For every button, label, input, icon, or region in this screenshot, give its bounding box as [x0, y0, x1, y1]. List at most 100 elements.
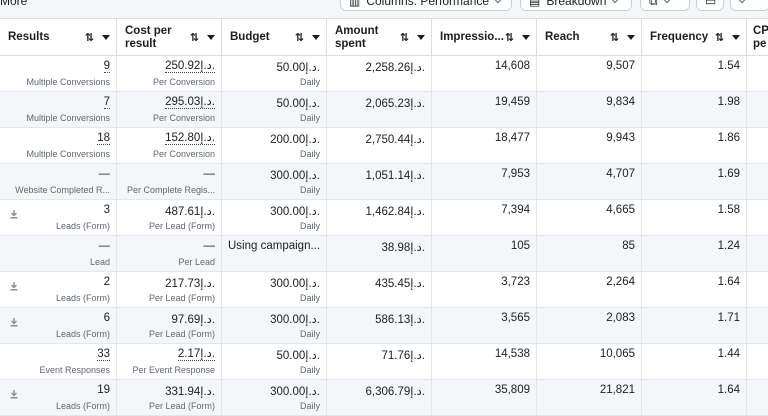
cell-value: 435.45د.إ. — [375, 278, 425, 290]
table-row[interactable]: 6 Leads (Form) 97.69د.إ. Per Lead (Form) 300… — [0, 308, 768, 344]
table-row[interactable]: 33 Event Responses 2.17د.إ. Per Event Respo… — [0, 344, 768, 380]
columns-button[interactable]: ▥ Columns: Performance — [340, 0, 512, 11]
more-options-button[interactable] — [730, 0, 768, 11]
cell-value: 2,083 — [606, 312, 635, 324]
table-row[interactable]: 7 Multiple Conversions 295.03د.إ. Per Conve… — [0, 92, 768, 128]
cell-value: 7,953 — [501, 168, 530, 180]
caret-down-icon[interactable] — [102, 35, 110, 40]
download-icon[interactable] — [10, 386, 18, 399]
table-cell: 2.17د.إ. Per Event Response — [117, 344, 222, 380]
sort-icon[interactable]: ⇅ — [400, 31, 409, 44]
table-cell — [747, 380, 768, 416]
cell-value[interactable]: 7 — [103, 96, 110, 109]
table-cell — [747, 200, 768, 236]
cell-value: 50.00د.إ. — [276, 350, 321, 362]
table-cell: 21,821 — [537, 380, 642, 416]
caret-down-icon[interactable] — [207, 35, 215, 40]
cell-value: 19,459 — [494, 96, 530, 108]
cell-subtext: Multiple Conversions — [26, 149, 110, 159]
table-cell: 3,723 — [432, 272, 537, 308]
table-row[interactable]: 19 Leads (Form) 331.94د.إ. Per Lead (Form) 3… — [0, 380, 768, 416]
table-cell: 7,394 — [432, 200, 537, 236]
table-cell: 2,083 — [537, 308, 642, 344]
sort-icon[interactable]: ⇅ — [715, 31, 724, 44]
table-cell — [747, 128, 768, 164]
table-cell: 4,665 — [537, 200, 642, 236]
cell-subtext: Per Lead — [178, 257, 215, 267]
cell-subtext: Daily — [299, 293, 320, 303]
col-header-frequency[interactable]: Frequency ⇅ — [642, 19, 747, 56]
download-icon[interactable] — [10, 278, 18, 291]
caret-down-icon[interactable] — [522, 35, 530, 40]
table-row[interactable]: — Lead — Per Lead Using campaign... 38.98د.إ.… — [0, 236, 768, 272]
cell-subtext: Daily — [299, 221, 320, 231]
cell-subtext: Leads (Form) — [55, 401, 110, 411]
table-row[interactable]: — Website Completed R... — Per Complete Reg… — [0, 164, 768, 200]
chevron-down-icon — [493, 0, 503, 4]
export-button[interactable]: ⧉ — [640, 0, 690, 11]
caret-down-icon[interactable] — [627, 35, 635, 40]
cell-value: 487.61د.إ. — [165, 206, 215, 218]
cell-subtext: Website Completed R... — [15, 185, 110, 195]
cell-value: 105 — [510, 240, 530, 252]
table-cell — [747, 92, 768, 128]
table-cell: 250.92د.إ. Per Conversion — [117, 56, 222, 92]
col-header-cost-per-result[interactable]: Cost per result ⇅ — [117, 19, 222, 56]
cell-value: 1,462.84د.إ. — [365, 206, 425, 218]
col-header-impressions[interactable]: Impressio... ⇅ — [432, 19, 537, 56]
sort-icon[interactable]: ⇅ — [505, 31, 514, 44]
cell-value: 9,943 — [606, 132, 635, 144]
caret-down-icon[interactable] — [732, 35, 740, 40]
col-header-amount-spent[interactable]: Amount spent ⇅ — [327, 19, 432, 56]
more-menu[interactable]: More — [0, 0, 27, 8]
table-cell: 9,943 — [537, 128, 642, 164]
cell-value: — — [98, 168, 111, 180]
caret-down-icon[interactable] — [312, 35, 320, 40]
cell-subtext: Per Event Response — [132, 365, 215, 375]
cell-value: 18,477 — [494, 132, 530, 144]
table-cell: — Per Complete Regis... — [117, 164, 222, 200]
table-cell: — Lead — [0, 236, 117, 272]
col-header-cpm[interactable]: CP pe — [747, 19, 768, 56]
cell-value[interactable]: 33 — [97, 348, 110, 361]
caret-down-icon[interactable] — [417, 35, 425, 40]
view-button[interactable]: ▭ — [696, 0, 724, 11]
table-cell: 7,953 — [432, 164, 537, 200]
table-cell: 1.58 — [642, 200, 747, 236]
sort-icon[interactable]: ⇅ — [190, 31, 199, 44]
cell-value: Using campaign... — [228, 240, 321, 252]
cell-subtext: Per Complete Regis... — [126, 185, 215, 195]
table-cell: Using campaign... — [222, 236, 327, 272]
col-header-budget[interactable]: Budget ⇅ — [222, 19, 327, 56]
cell-subtext: Multiple Conversions — [26, 113, 110, 123]
table-cell: 19 Leads (Form) — [0, 380, 117, 416]
cell-value: 331.94د.إ. — [165, 386, 215, 398]
table-cell: 10,065 — [537, 344, 642, 380]
table-row[interactable]: 3 Leads (Form) 487.61د.إ. Per Lead (Form) 30… — [0, 200, 768, 236]
sort-icon[interactable]: ⇅ — [85, 31, 94, 44]
table-row[interactable]: 18 Multiple Conversions 152.80د.إ. Per Conv… — [0, 128, 768, 164]
sort-icon[interactable]: ⇅ — [295, 31, 304, 44]
breakdown-button[interactable]: ▤ Breakdown — [520, 0, 632, 11]
cell-value[interactable]: 18 — [97, 132, 110, 145]
cell-subtext: Daily — [299, 401, 320, 411]
table-cell: 487.61د.إ. Per Lead (Form) — [117, 200, 222, 236]
cell-value: 97.69د.إ. — [171, 314, 216, 326]
cell-value: 6,306.79د.إ. — [365, 386, 425, 398]
cell-value: 2,258.26د.إ. — [365, 62, 425, 74]
cell-value: 152.80د.إ. — [165, 132, 215, 145]
table-cell: 300.00د.إ. Daily — [222, 308, 327, 344]
cell-value: 38.98د.إ. — [381, 242, 426, 254]
download-icon[interactable] — [10, 206, 18, 219]
sort-icon[interactable]: ⇅ — [610, 31, 619, 44]
table-row[interactable]: 2 Leads (Form) 217.73د.إ. Per Lead (Form) 30… — [0, 272, 768, 308]
col-header-reach[interactable]: Reach ⇅ — [537, 19, 642, 56]
table-cell — [747, 164, 768, 200]
col-header-results[interactable]: Results ⇅ — [0, 19, 117, 56]
cell-subtext: Daily — [299, 113, 320, 123]
table-row[interactable]: 9 Multiple Conversions 250.92د.إ. Per Conve… — [0, 56, 768, 92]
cell-value[interactable]: 9 — [103, 60, 110, 73]
download-icon[interactable] — [10, 314, 18, 327]
table-cell: 18,477 — [432, 128, 537, 164]
table-cell: 200.00د.إ. Daily — [222, 128, 327, 164]
